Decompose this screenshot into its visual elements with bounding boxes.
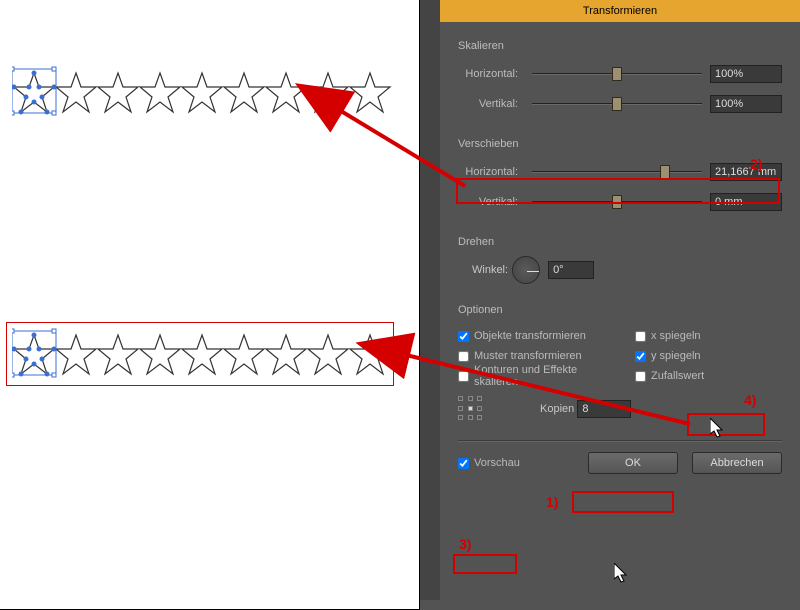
options-heading: Optionen bbox=[458, 304, 782, 316]
opt-transform-patterns[interactable]: Muster transformieren bbox=[458, 346, 605, 366]
opt-random[interactable]: Zufallswert bbox=[635, 366, 782, 386]
anchor-widget[interactable] bbox=[458, 396, 484, 422]
transform-dialog: Transformieren Skalieren Horizontal: 100… bbox=[440, 0, 800, 600]
scale-v-value[interactable]: 100% bbox=[710, 95, 782, 113]
anno-4: 4) bbox=[744, 392, 756, 408]
move-h-label: Horizontal: bbox=[458, 166, 524, 178]
cancel-button[interactable]: Abbrechen bbox=[692, 452, 782, 474]
selection-rect-bottom bbox=[6, 322, 394, 386]
ok-button[interactable]: OK bbox=[588, 452, 678, 474]
rotate-heading: Drehen bbox=[458, 236, 782, 248]
rotate-section: Drehen Winkel: 0° bbox=[458, 232, 782, 282]
move-v-value[interactable]: 0 mm bbox=[710, 193, 782, 211]
angle-dial[interactable] bbox=[512, 256, 540, 284]
scale-section: Skalieren Horizontal: 100% Vertikal: 100… bbox=[458, 36, 782, 116]
move-v-label: Vertikal: bbox=[458, 196, 524, 208]
scale-h-slider[interactable] bbox=[532, 73, 702, 75]
move-h-value[interactable]: 21,1667 mm bbox=[710, 163, 782, 181]
opt-scale-strokes[interactable]: Konturen und Effekte skalieren bbox=[458, 366, 605, 386]
move-h-slider[interactable] bbox=[532, 171, 702, 173]
anno-2: 2) bbox=[750, 156, 762, 172]
dialog-title: Transformieren bbox=[440, 0, 800, 22]
scale-h-label: Horizontal: bbox=[458, 68, 524, 80]
move-v-slider[interactable] bbox=[532, 201, 702, 203]
move-section: Verschieben Horizontal: 21,1667 mm Verti… bbox=[458, 134, 782, 214]
canvas-area bbox=[0, 0, 440, 600]
divider bbox=[458, 440, 782, 442]
slider-thumb bbox=[612, 195, 622, 209]
opt-transform-objects[interactable]: Objekte transformieren bbox=[458, 326, 605, 346]
scale-v-label: Vertikal: bbox=[458, 98, 524, 110]
opt-mirror-y[interactable]: y spiegeln bbox=[635, 346, 782, 366]
scale-heading: Skalieren bbox=[458, 40, 782, 52]
angle-label: Winkel: bbox=[472, 264, 508, 276]
slider-thumb bbox=[612, 67, 622, 81]
options-section: Optionen Objekte transformieren Muster t… bbox=[458, 300, 782, 422]
slider-thumb bbox=[660, 165, 670, 179]
star-row-top bbox=[12, 65, 392, 121]
scale-h-value[interactable]: 100% bbox=[710, 65, 782, 83]
move-heading: Verschieben bbox=[458, 138, 782, 150]
opt-mirror-x[interactable]: x spiegeln bbox=[635, 326, 782, 346]
angle-value[interactable]: 0° bbox=[548, 261, 594, 279]
slider-thumb bbox=[612, 97, 622, 111]
anno-3: 3) bbox=[459, 536, 471, 552]
preview-checkbox[interactable]: Vorschau bbox=[458, 453, 520, 473]
anno-1: 1) bbox=[546, 494, 558, 510]
copies-label: Kopien bbox=[540, 403, 574, 415]
scale-v-slider[interactable] bbox=[532, 103, 702, 105]
copies-value[interactable]: 8 bbox=[577, 400, 631, 418]
